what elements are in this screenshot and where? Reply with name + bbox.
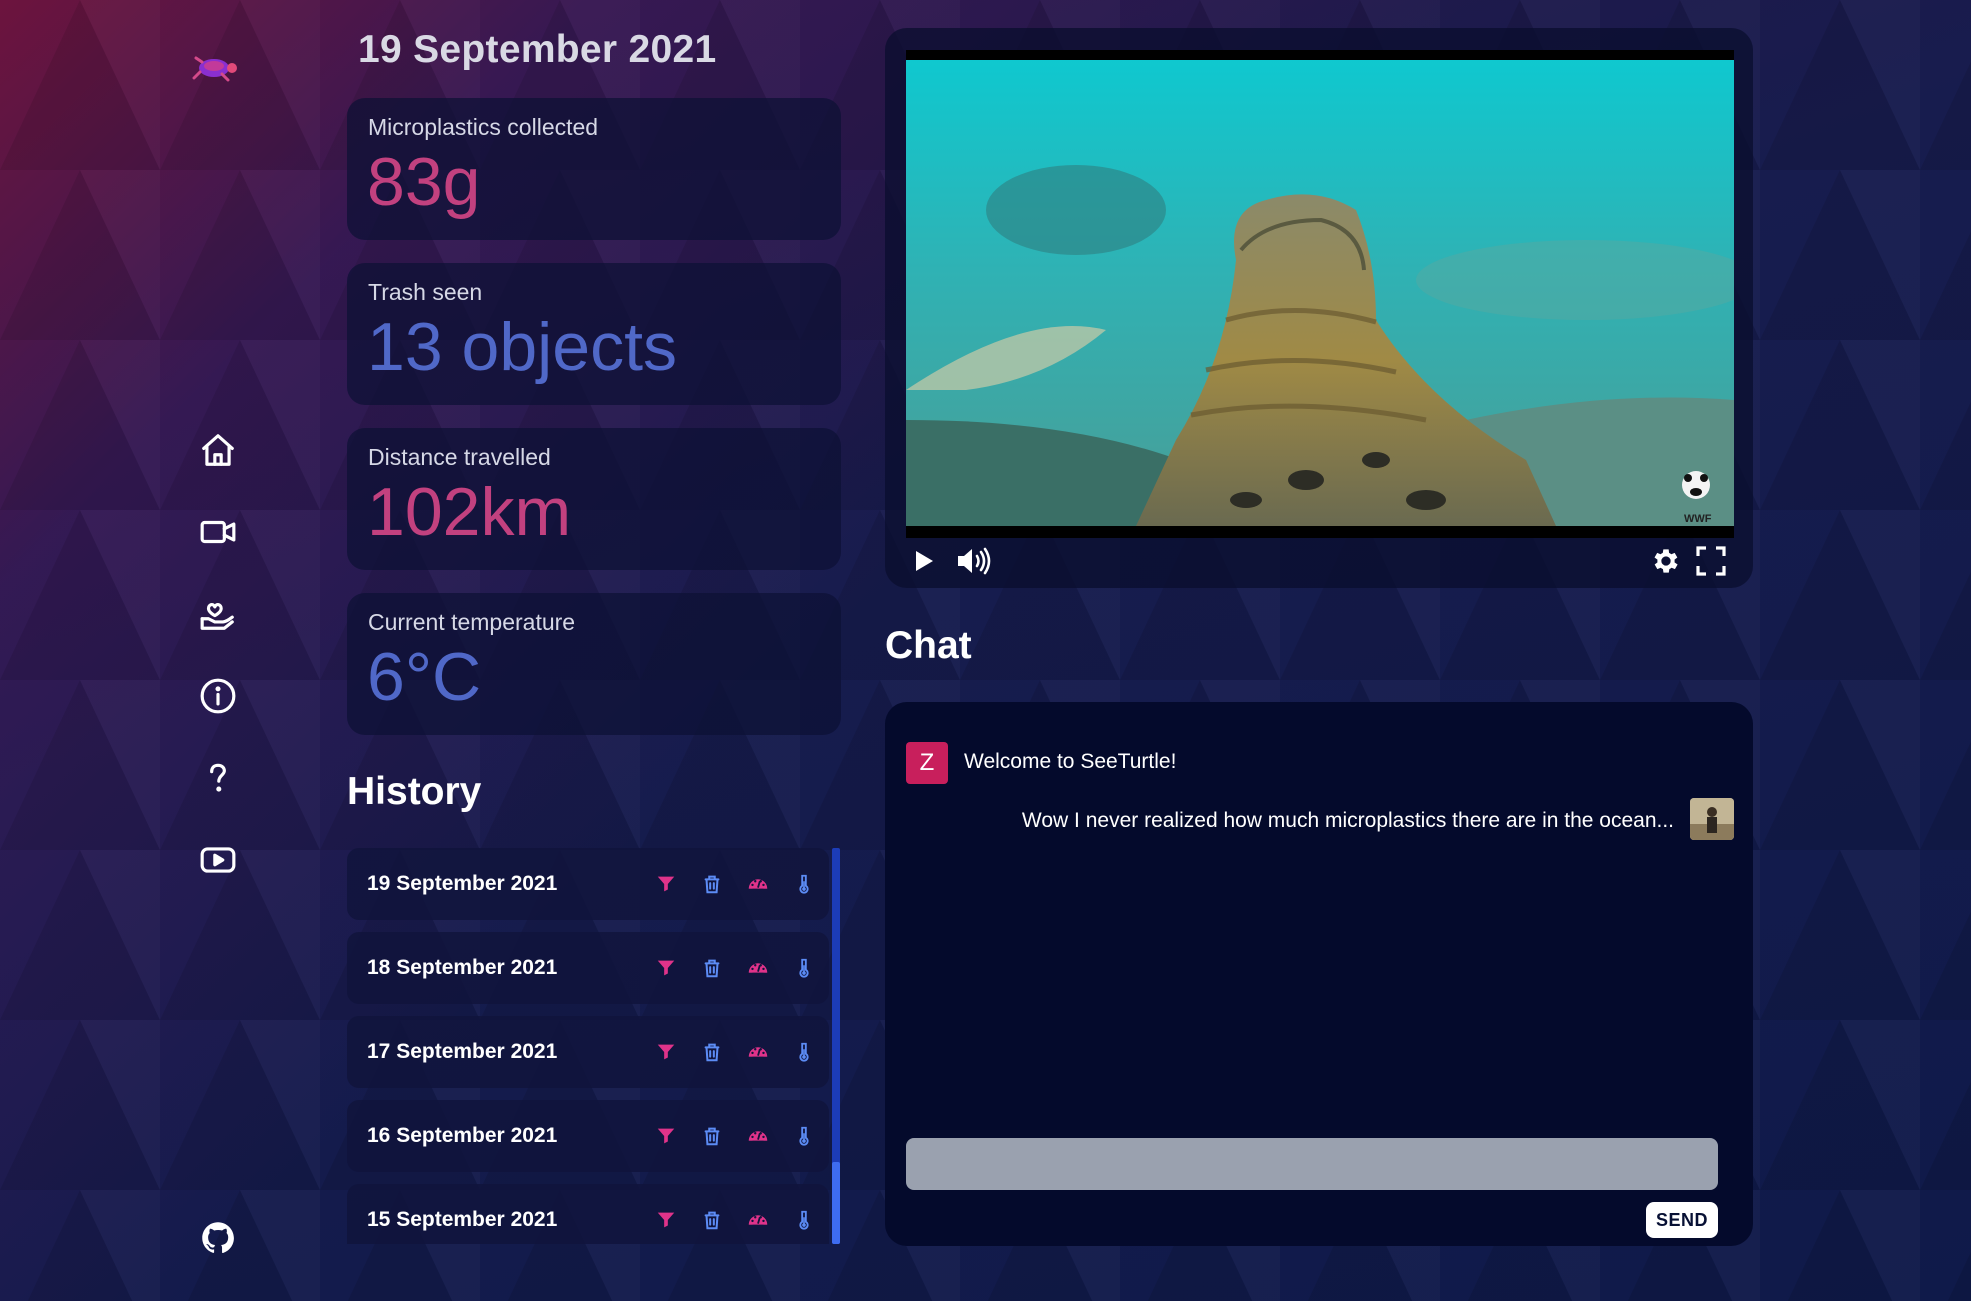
home-icon [202, 434, 234, 466]
history-row-icons [655, 1125, 815, 1147]
history-row-icons [655, 873, 815, 895]
trash-icon [704, 875, 720, 894]
sidebar-item-video[interactable] [196, 510, 240, 554]
send-button[interactable]: SEND [1646, 1202, 1718, 1238]
video-camera-icon [200, 520, 236, 544]
speedometer-icon [748, 879, 768, 889]
page-title: 19 September 2021 [358, 28, 717, 71]
speedometer-icon [748, 963, 768, 973]
history-row-icons [655, 1041, 815, 1063]
question-icon [210, 763, 226, 792]
avatar: Z [906, 742, 948, 784]
stat-label: Microplastics collected [368, 114, 599, 140]
fullscreen-button[interactable] [1696, 546, 1726, 581]
stat-label: Distance travelled [368, 444, 551, 470]
stat-value: 102km [367, 474, 572, 550]
history-date: 16 September 2021 [367, 1124, 558, 1147]
sidebar-item-home[interactable] [196, 428, 240, 472]
history-date: 15 September 2021 [367, 1208, 558, 1231]
history-row[interactable]: 16 September 2021 [347, 1100, 829, 1172]
history-scrollbar-thumb[interactable] [832, 1162, 840, 1244]
stat-card-microplastics: Microplastics collected 83g [347, 98, 841, 240]
filter-icon [657, 1212, 675, 1228]
trash-icon [704, 959, 720, 978]
history-row[interactable]: 17 September 2021 [347, 1016, 829, 1088]
settings-icon [1654, 549, 1678, 573]
thermometer-icon [799, 958, 809, 978]
sidebar-item-help[interactable] [196, 756, 240, 800]
history-row-icons [655, 957, 815, 979]
stat-label: Trash seen [368, 279, 483, 305]
avatar [1690, 798, 1734, 840]
chat-message: Welcome to SeeTurtle! [964, 750, 1177, 773]
filter-icon [657, 1128, 675, 1144]
history-row-icons [655, 1209, 815, 1231]
history-list[interactable]: 19 September 2021 18 September 2021 17 Sep… [347, 848, 841, 1244]
sidebar-item-donate[interactable] [196, 592, 240, 636]
history-row[interactable]: 15 September 2021 [347, 1184, 829, 1244]
video-scene: WWF [906, 60, 1734, 526]
video-frame[interactable]: WWF [906, 50, 1734, 538]
chat-title: Chat [885, 624, 972, 667]
history-date: 17 September 2021 [367, 1040, 558, 1063]
volume-button[interactable] [956, 546, 992, 581]
stat-value: 13 objects [367, 309, 677, 385]
youtube-icon [200, 847, 236, 873]
github-icon [202, 1222, 234, 1254]
settings-button[interactable] [1650, 545, 1682, 582]
app-root: 19 September 2021 Microplastics collecte… [0, 0, 1971, 1301]
stat-value: 6°C [367, 639, 482, 715]
stat-card-trash: Trash seen 13 objects [347, 263, 841, 405]
thermometer-icon [799, 1210, 809, 1230]
turtle-logo-icon[interactable] [192, 52, 242, 84]
video-watermark: WWF [1684, 513, 1712, 525]
history-row[interactable]: 19 September 2021 [347, 848, 829, 920]
trash-icon [704, 1211, 720, 1230]
fullscreen-icon [1696, 546, 1726, 576]
history-date: 19 September 2021 [367, 872, 558, 895]
history-date: 18 September 2021 [367, 956, 558, 979]
thermometer-icon [799, 874, 809, 894]
thermometer-icon [799, 1126, 809, 1146]
sidebar-item-youtube[interactable] [196, 838, 240, 882]
history-row[interactable]: 18 September 2021 [347, 932, 829, 1004]
stat-value: 83g [367, 144, 481, 220]
speedometer-icon [748, 1215, 768, 1225]
video-controls [906, 538, 1734, 586]
hand-heart-icon [200, 603, 234, 630]
stat-card-distance: Distance travelled 102km [347, 428, 841, 570]
chat-message: Wow I never realized how much microplast… [1021, 809, 1674, 832]
play-button[interactable] [912, 548, 936, 579]
stat-label: Current temperature [368, 609, 576, 635]
volume-icon [958, 547, 991, 575]
trash-icon [704, 1127, 720, 1146]
trash-icon [704, 1043, 720, 1062]
speedometer-icon [748, 1047, 768, 1057]
history-title: History [347, 770, 482, 813]
filter-icon [657, 876, 675, 892]
sidebar-nav [196, 428, 240, 920]
filter-icon [657, 960, 675, 976]
play-icon [916, 551, 933, 571]
stat-card-temperature: Current temperature 6°C [347, 593, 841, 735]
speedometer-icon [748, 1131, 768, 1141]
thermometer-icon [799, 1042, 809, 1062]
github-link[interactable] [196, 1216, 240, 1260]
sidebar-item-info[interactable] [196, 674, 240, 718]
info-icon [200, 678, 236, 714]
chat-input[interactable] [906, 1138, 1718, 1190]
filter-icon [657, 1044, 675, 1060]
